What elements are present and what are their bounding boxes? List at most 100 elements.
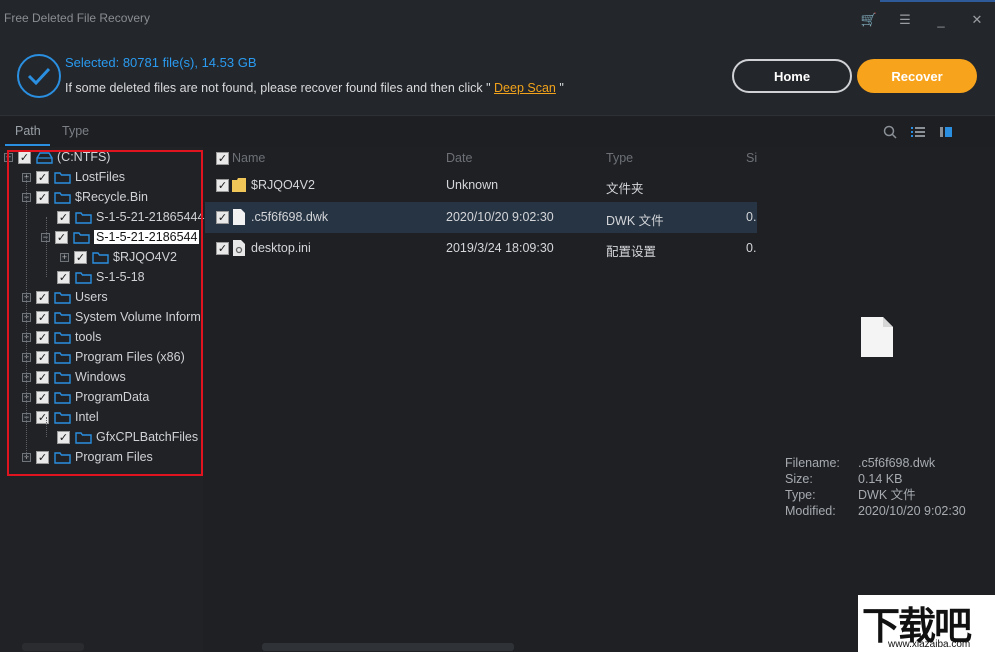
- folder-icon: [54, 291, 71, 304]
- column-date[interactable]: Date: [446, 151, 472, 165]
- modified-value: 2020/10/20 9:02:30: [858, 504, 966, 518]
- tree-item-label: (C:NTFS): [57, 150, 111, 164]
- tree-item-label: LostFiles: [75, 170, 126, 184]
- file-date: 2019/3/24 18:09:30: [446, 241, 554, 255]
- tree-item-label: Intel: [75, 410, 99, 424]
- tab-path-indicator: [5, 144, 50, 146]
- tree-item[interactable]: + ✓ Program Files (x86): [22, 347, 185, 367]
- select-all-checkbox[interactable]: ✓: [216, 152, 229, 165]
- tree-item-label: GfxCPLBatchFiles: [96, 430, 199, 444]
- row-checkbox[interactable]: ✓: [216, 242, 229, 255]
- table-row[interactable]: ✓ .c5f6f698.dwk 2020/10/20 9:02:30 DWK 文…: [205, 202, 757, 233]
- tree-item[interactable]: + ✓ ProgramData: [22, 387, 149, 407]
- column-type[interactable]: Type: [606, 151, 633, 165]
- tree-checkbox[interactable]: ✓: [36, 390, 49, 404]
- tree-checkbox[interactable]: ✓: [36, 170, 49, 184]
- recover-button[interactable]: Recover: [857, 59, 977, 93]
- tree-item-label: S-1-5-18: [96, 270, 145, 284]
- drive-icon: [36, 151, 53, 164]
- tree-item[interactable]: + ✓ System Volume Inform: [22, 307, 201, 327]
- tab-type[interactable]: Type: [62, 124, 89, 138]
- tree-item[interactable]: ✓ S-1-5-18: [57, 267, 145, 287]
- folder-icon: [232, 178, 246, 192]
- folder-icon: [54, 331, 71, 344]
- menu-icon[interactable]: ☰: [887, 8, 923, 32]
- tree-item[interactable]: − ✓ Intel: [22, 407, 99, 427]
- expand-icon[interactable]: +: [4, 152, 13, 162]
- tree-checkbox[interactable]: ✓: [18, 150, 31, 164]
- tree-checkbox[interactable]: ✓: [36, 370, 49, 384]
- tree-checkbox[interactable]: ✓: [74, 250, 87, 264]
- tree-item[interactable]: + ✓ $RJQO4V2: [60, 247, 177, 267]
- view-tabs-bar: Path Type: [0, 117, 995, 147]
- file-info: Filename: .c5f6f698.dwk Size: 0.14 KB Type…: [785, 455, 966, 519]
- file-date: 2020/10/20 9:02:30: [446, 210, 554, 224]
- tree-checkbox[interactable]: ✓: [57, 270, 70, 284]
- tree-scrollbar[interactable]: [22, 643, 84, 651]
- tree-item[interactable]: + ✓ (C:NTFS): [4, 147, 110, 167]
- tree-item[interactable]: + ✓ Windows: [22, 367, 126, 387]
- file-name: desktop.ini: [251, 241, 311, 255]
- tree-checkbox[interactable]: ✓: [57, 430, 70, 444]
- tree-checkbox[interactable]: ✓: [57, 210, 70, 224]
- tree-checkbox[interactable]: ✓: [36, 410, 49, 424]
- search-icon[interactable]: [882, 124, 898, 140]
- list-scrollbar[interactable]: [262, 643, 514, 651]
- modified-key: Modified:: [785, 504, 836, 518]
- row-checkbox[interactable]: ✓: [216, 179, 229, 192]
- close-icon[interactable]: ✕: [959, 8, 995, 32]
- list-view-icon[interactable]: [910, 124, 926, 140]
- file-icon: [233, 209, 245, 225]
- tree-item[interactable]: + ✓ Program Files: [22, 447, 153, 467]
- tree-item[interactable]: − ✓ S-1-5-21-2186544: [41, 227, 200, 247]
- tree-item-label: Users: [75, 290, 108, 304]
- tree-item-label: ProgramData: [75, 390, 150, 404]
- folder-icon: [92, 251, 109, 264]
- table-row[interactable]: ✓ desktop.ini 2019/3/24 18:09:30 配置设置 0.: [205, 233, 757, 264]
- tree-checkbox[interactable]: ✓: [36, 350, 49, 364]
- tree-item-label: S-1-5-21-2186544: [94, 230, 200, 244]
- hint-text: If some deleted files are not found, ple…: [65, 81, 564, 95]
- tree-checkbox[interactable]: ✓: [36, 330, 49, 344]
- preview-view-icon[interactable]: [938, 124, 954, 140]
- tree-item[interactable]: + ✓ tools: [22, 327, 101, 347]
- tree-item[interactable]: + ✓ Users: [22, 287, 108, 307]
- table-row[interactable]: ✓ $RJQO4V2 Unknown 文件夹: [205, 170, 757, 201]
- folder-icon: [54, 391, 71, 404]
- tree-checkbox[interactable]: ✓: [36, 190, 49, 204]
- row-checkbox[interactable]: ✓: [216, 211, 229, 224]
- settings-file-icon: [233, 240, 245, 256]
- folder-icon: [54, 311, 71, 324]
- file-type: DWK 文件: [606, 214, 664, 228]
- file-size: 0.: [746, 241, 757, 255]
- title-bar: Free Deleted File Recovery 🛒 ☰ _ ✕: [0, 0, 995, 40]
- app-title: Free Deleted File Recovery: [4, 11, 151, 25]
- home-button[interactable]: Home: [732, 59, 852, 93]
- tree-item[interactable]: − ✓ $Recycle.Bin: [22, 187, 148, 207]
- tree-item-label: Windows: [75, 370, 126, 384]
- cart-icon[interactable]: 🛒: [851, 8, 887, 32]
- minimize-icon[interactable]: _: [923, 8, 959, 32]
- file-type: 文件夹: [606, 182, 644, 196]
- expand-icon[interactable]: +: [60, 252, 69, 262]
- tree-checkbox[interactable]: ✓: [36, 450, 49, 464]
- tree-checkbox[interactable]: ✓: [36, 310, 49, 324]
- column-size[interactable]: Si: [746, 151, 757, 165]
- tree-item[interactable]: + ✓ LostFiles: [22, 167, 125, 187]
- tree-checkbox[interactable]: ✓: [55, 230, 68, 244]
- file-name: .c5f6f698.dwk: [251, 210, 329, 224]
- deep-scan-link[interactable]: Deep Scan: [494, 81, 556, 95]
- status-header: Selected: 80781 file(s), 14.53 GB If som…: [0, 40, 995, 116]
- column-name[interactable]: Name: [232, 151, 265, 165]
- folder-icon: [54, 371, 71, 384]
- tree-item[interactable]: ✓ S-1-5-21-21865444: [57, 207, 204, 227]
- folder-icon: [54, 451, 71, 464]
- tree-item-label: Program Files: [75, 450, 153, 464]
- hint-prefix: If some deleted files are not found, ple…: [65, 81, 491, 95]
- tree-checkbox[interactable]: ✓: [36, 290, 49, 304]
- folder-icon: [75, 431, 92, 444]
- tree-item-label: $Recycle.Bin: [75, 190, 148, 204]
- tab-path[interactable]: Path: [15, 124, 41, 138]
- tree-item[interactable]: ✓ GfxCPLBatchFiles: [57, 427, 198, 447]
- folder-icon: [75, 211, 92, 224]
